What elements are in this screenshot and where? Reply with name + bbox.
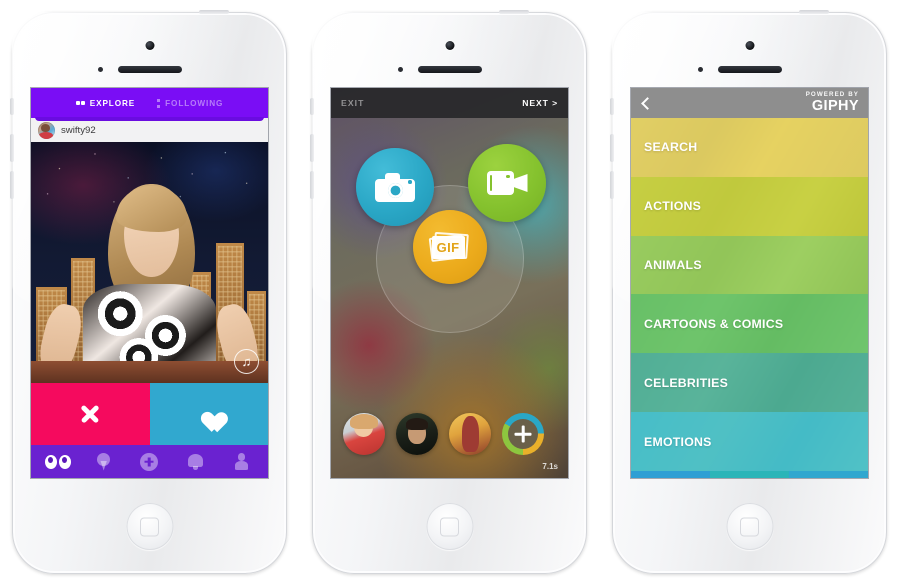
- home-button[interactable]: [726, 503, 773, 550]
- earpiece-speaker: [417, 66, 482, 73]
- location-pin-icon: [97, 452, 111, 471]
- earpiece-speaker: [717, 66, 782, 73]
- duration-label: 7.1s: [542, 462, 558, 471]
- username-label: swifty92: [61, 124, 96, 136]
- power-button[interactable]: [199, 10, 229, 14]
- front-camera-icon: [445, 41, 454, 50]
- volume-up-button[interactable]: [610, 134, 614, 162]
- sidebar-item-notifications[interactable]: [179, 449, 211, 475]
- proximity-sensor-icon: [98, 67, 103, 72]
- silence-switch[interactable]: [310, 98, 314, 115]
- video-camera-icon: [486, 171, 528, 195]
- scroll-progress-bar[interactable]: [631, 471, 868, 478]
- gif-label: GIF: [436, 239, 460, 255]
- three-phone-mockup-scene: EXPLORE FOLLOWING swifty92 ♫ EXIT NEXT >…: [0, 0, 900, 587]
- category-label: CARTOONS & COMICS: [644, 316, 784, 331]
- phone-3-screen: POWERED BY GIPHY SEARCH ACTIONS ANIMALS …: [631, 88, 868, 478]
- sidebar-item-explore[interactable]: [42, 449, 74, 475]
- category-label: ACTIONS: [644, 199, 702, 214]
- category-label: SEARCH: [644, 140, 698, 155]
- front-camera-icon: [745, 41, 754, 50]
- category-label: ANIMALS: [644, 258, 702, 273]
- heart-icon: [197, 404, 221, 425]
- proximity-sensor-icon: [398, 67, 403, 72]
- silence-switch[interactable]: [10, 98, 14, 115]
- person-icon: [234, 453, 249, 470]
- close-x-icon: [79, 403, 101, 425]
- sidebar-item-nearby[interactable]: [88, 449, 120, 475]
- capture-options-area: GIF: [331, 118, 568, 390]
- category-row-search[interactable]: SEARCH: [631, 118, 868, 177]
- category-row-cartoons-comics[interactable]: CARTOONS & COMICS: [631, 294, 868, 354]
- category-list: SEARCH ACTIONS ANIMALS CARTOONS & COMICS: [631, 118, 868, 471]
- post-user-row[interactable]: swifty92: [31, 118, 268, 142]
- earpiece-speaker: [117, 66, 182, 73]
- proximity-sensor-icon: [698, 67, 703, 72]
- volume-down-button[interactable]: [310, 171, 314, 199]
- eyes-icon: [44, 454, 71, 469]
- volume-up-button[interactable]: [310, 134, 314, 162]
- bottom-navbar: [31, 445, 268, 478]
- clip-tray: 7.1s: [331, 390, 568, 478]
- list-item[interactable]: [343, 413, 385, 455]
- category-row-emotions[interactable]: EMOTIONS: [631, 412, 868, 471]
- category-label: EMOTIONS: [644, 434, 712, 449]
- capture-topbar: EXIT NEXT >: [331, 88, 568, 118]
- power-button[interactable]: [499, 10, 529, 14]
- desk-surface: [31, 361, 268, 383]
- phone-1-screen: EXPLORE FOLLOWING swifty92 ♫: [31, 88, 268, 478]
- sidebar-item-profile[interactable]: [225, 449, 257, 475]
- giphy-topbar: POWERED BY GIPHY: [631, 88, 868, 118]
- music-note-icon[interactable]: ♫: [234, 349, 259, 374]
- gif-capture-button[interactable]: GIF: [412, 210, 487, 284]
- pass-button[interactable]: [31, 383, 150, 445]
- phone-mockup-1: EXPLORE FOLLOWING swifty92 ♫: [10, 10, 287, 574]
- gif-icon: GIF: [428, 231, 471, 264]
- avatar[interactable]: [38, 121, 55, 139]
- front-camera-icon: [145, 41, 154, 50]
- volume-down-button[interactable]: [610, 171, 614, 199]
- giphy-logo: GIPHY: [811, 98, 859, 115]
- photo-capture-button[interactable]: [356, 148, 434, 226]
- category-label: CELEBRITIES: [644, 375, 729, 390]
- category-row-actions[interactable]: ACTIONS: [631, 176, 868, 236]
- power-button[interactable]: [799, 10, 829, 14]
- explore-following-tabbar: EXPLORE FOLLOWING: [31, 88, 268, 121]
- plus-circle-icon: [140, 452, 159, 471]
- list-item[interactable]: [449, 413, 491, 455]
- add-clip-button[interactable]: [502, 413, 544, 455]
- chevron-left-icon[interactable]: [641, 96, 654, 110]
- category-row-animals[interactable]: ANIMALS: [631, 235, 868, 295]
- home-button[interactable]: [426, 503, 473, 550]
- next-button[interactable]: NEXT >: [522, 98, 558, 108]
- camera-icon: [375, 172, 415, 202]
- silence-switch[interactable]: [610, 98, 614, 115]
- swipe-actions: [31, 383, 268, 445]
- tab-following[interactable]: FOLLOWING: [157, 98, 224, 108]
- tab-following-label: FOLLOWING: [165, 98, 224, 108]
- plus-icon: [515, 426, 532, 443]
- phone-2-screen: EXIT NEXT > GIF 7.1s: [331, 88, 568, 478]
- bell-icon: [187, 453, 203, 470]
- list-item[interactable]: [396, 413, 438, 455]
- home-button[interactable]: [126, 503, 173, 550]
- eyes-icon: [75, 100, 85, 106]
- volume-down-button[interactable]: [10, 171, 14, 199]
- person-in-clip: [35, 176, 264, 383]
- phone-mockup-3: POWERED BY GIPHY SEARCH ACTIONS ANIMALS …: [610, 10, 887, 574]
- vertical-dots-icon: [157, 98, 161, 108]
- exit-button[interactable]: EXIT: [341, 98, 365, 108]
- like-button[interactable]: [149, 383, 268, 445]
- category-row-celebrities[interactable]: CELEBRITIES: [631, 353, 868, 413]
- tab-explore-label: EXPLORE: [89, 98, 136, 108]
- video-capture-button[interactable]: [468, 144, 546, 222]
- post-media[interactable]: ♫: [31, 142, 268, 383]
- giphy-branding: POWERED BY GIPHY: [806, 91, 859, 115]
- volume-up-button[interactable]: [10, 134, 14, 162]
- tab-explore[interactable]: EXPLORE: [75, 98, 136, 108]
- phone-mockup-2: EXIT NEXT > GIF 7.1s: [310, 10, 587, 574]
- sidebar-item-create[interactable]: [133, 449, 165, 475]
